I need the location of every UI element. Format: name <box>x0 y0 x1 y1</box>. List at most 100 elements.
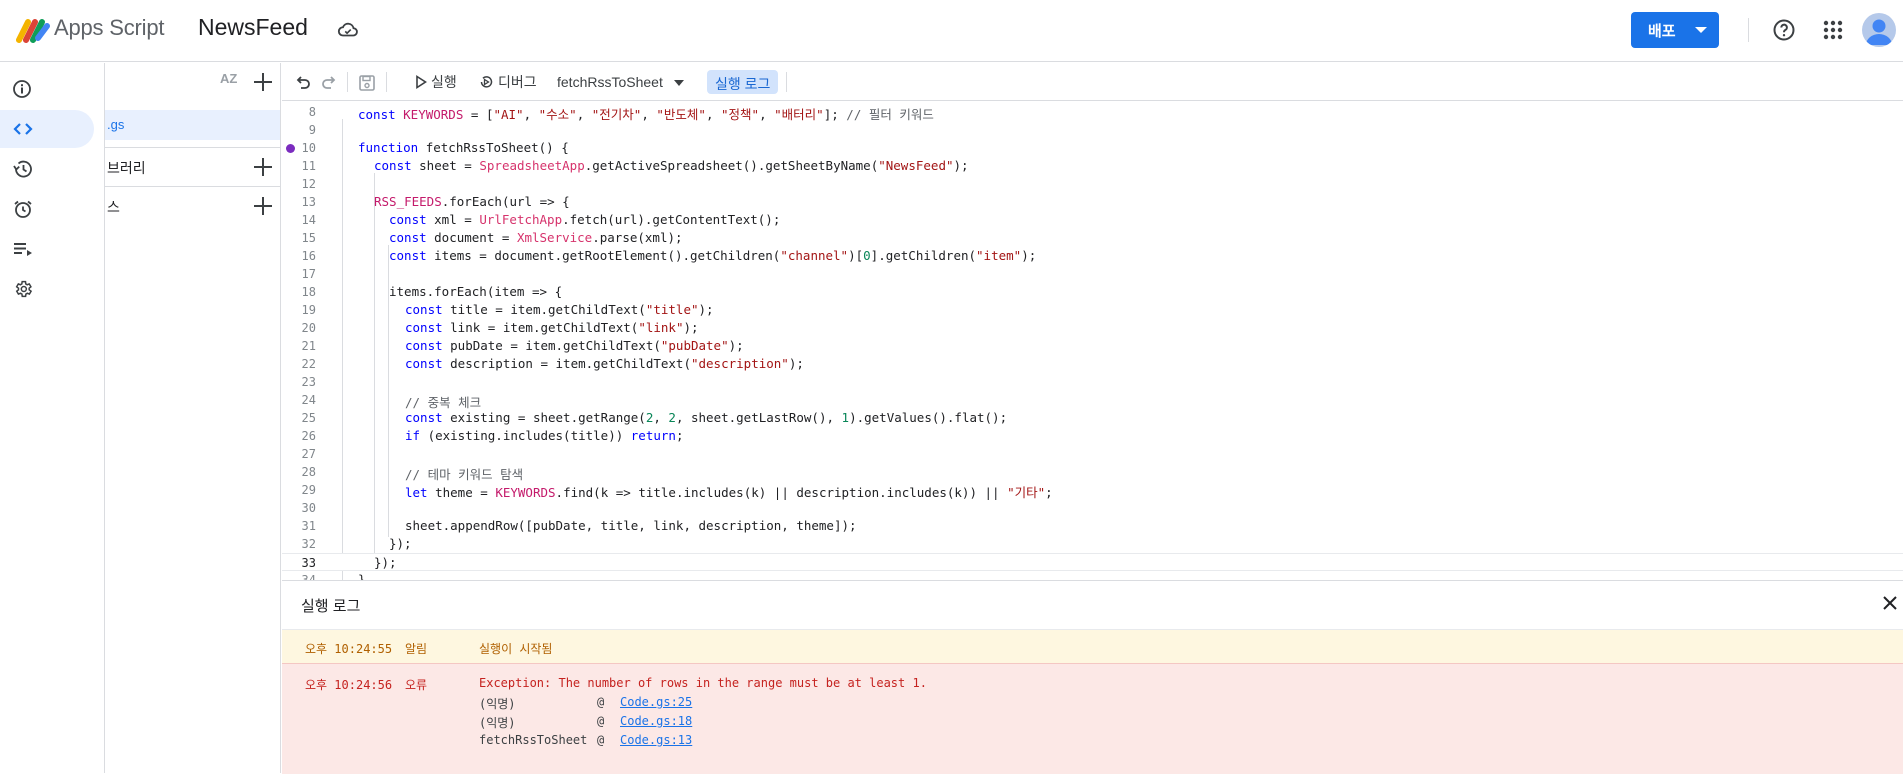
run-button[interactable]: 실행 <box>415 72 457 92</box>
user-icon <box>1866 19 1892 45</box>
code-line: 21 const pubDate = item.getChildText("pu… <box>282 337 1903 355</box>
number: 2 <box>668 410 676 425</box>
code-text: function fetchRssToSheet() { <box>358 140 569 155</box>
code-line: 17 <box>282 265 1903 283</box>
add-service-icon[interactable] <box>254 197 272 215</box>
trace-link[interactable]: Code.gs:25 <box>620 695 692 709</box>
log-message: 실행이 시작됨 <box>479 642 553 656</box>
code-text: const pubDate = item.getChildText("pubDa… <box>405 338 744 353</box>
code-line: 23 <box>282 373 1903 391</box>
add-file-icon[interactable] <box>254 73 272 91</box>
redo-icon[interactable] <box>320 74 338 92</box>
keyword: const <box>405 410 451 425</box>
line-number: 30 <box>301 501 316 515</box>
section-services[interactable]: 스 <box>105 186 280 224</box>
close-icon[interactable] <box>1882 595 1898 611</box>
punct: , <box>705 107 722 122</box>
help-icon[interactable] <box>1772 18 1796 42</box>
code-line-current: 33 }); <box>282 553 1903 571</box>
code-line: 24 // 중복 체크 <box>282 391 1903 410</box>
debug-button[interactable]: 디버그 <box>478 72 537 92</box>
top-bar: Apps Script NewsFeed 배포 <box>0 0 1903 62</box>
chevron-down-icon[interactable] <box>1695 27 1707 33</box>
keyword: const <box>358 107 404 122</box>
nav-overview[interactable] <box>0 70 94 108</box>
nav-triggers[interactable] <box>0 190 94 228</box>
execution-log-button[interactable]: 실행 로그 <box>707 70 779 94</box>
info-icon <box>13 80 31 98</box>
code-line: 31 sheet.appendRow([pubDate, title, link… <box>282 517 1903 535</box>
avatar[interactable] <box>1862 13 1896 47</box>
string: "기타" <box>1007 485 1046 500</box>
divider <box>786 72 787 92</box>
app-name[interactable]: Apps Script <box>54 15 164 41</box>
log-level: 오류 <box>405 678 428 692</box>
nav-history[interactable] <box>0 150 94 188</box>
code-text: RSS_FEEDS.forEach(url => { <box>374 194 570 209</box>
string: "pubDate" <box>660 338 729 353</box>
code-text: if (existing.includes(title)) return; <box>405 428 683 443</box>
alarm-icon <box>14 200 32 218</box>
log-message: Exception: The number of rows in the ran… <box>479 676 927 690</box>
files-panel: AZ .gs 브러리 스 <box>104 63 281 773</box>
trace-function: (익명) <box>479 716 516 730</box>
apps-script-logo-icon[interactable] <box>16 16 50 44</box>
punct: ); <box>698 302 714 317</box>
sort-az-icon[interactable]: AZ <box>220 71 237 86</box>
identifier: .fetch(url).getContentText(); <box>562 212 781 227</box>
punct: ]; <box>823 107 847 122</box>
code-text: const items = document.getRootElement().… <box>389 248 1036 263</box>
code-icon <box>13 123 33 135</box>
section-libraries[interactable]: 브러리 <box>105 147 280 185</box>
trace-link[interactable]: Code.gs:18 <box>620 714 692 728</box>
google-apps-icon[interactable] <box>1822 19 1844 41</box>
string: "link" <box>638 320 684 335</box>
log-level: 알림 <box>405 642 428 656</box>
identifier: .forEach(url => { <box>441 194 570 209</box>
section-label: 브러리 <box>107 160 146 176</box>
deploy-button[interactable]: 배포 <box>1631 12 1719 48</box>
identifier: description = item.getChildText( <box>450 356 691 371</box>
playlist-icon <box>14 243 32 256</box>
line-number: 26 <box>301 429 316 443</box>
identifier: pubDate = item.getChildText( <box>450 338 661 353</box>
code-line: 15 const document = XmlService.parse(xml… <box>282 229 1903 247</box>
line-number: 14 <box>301 213 316 227</box>
identifier: .parse(xml); <box>592 230 683 245</box>
add-library-icon[interactable] <box>254 158 272 176</box>
project-name[interactable]: NewsFeed <box>198 14 308 41</box>
nav-settings[interactable] <box>0 270 94 308</box>
cloud-saved-icon <box>337 22 358 37</box>
identifier: items = document.getRootElement().getChi… <box>434 248 781 263</box>
chevron-down-icon[interactable] <box>674 80 684 86</box>
identifier: fetchRssToSheet() { <box>425 140 569 155</box>
gear-icon <box>15 280 33 298</box>
log-entry-notice: 오후 10:24:55 알림 실행이 시작됨 <box>282 629 1903 663</box>
nav-executions[interactable] <box>0 230 94 268</box>
keyword: const <box>374 158 420 173</box>
code-line: 14 const xml = UrlFetchApp.fetch(url).ge… <box>282 211 1903 229</box>
code-editor[interactable]: 8 const KEYWORDS = ["AI", "수소", "전기차", "… <box>282 101 1903 580</box>
punct: , <box>653 410 669 425</box>
identifier: , sheet.getLastRow(), <box>675 410 842 425</box>
function-select[interactable]: fetchRssToSheet <box>557 74 663 90</box>
keyword: const <box>405 338 451 353</box>
code-line: 8 const KEYWORDS = ["AI", "수소", "전기차", "… <box>282 103 1903 122</box>
file-item-code[interactable]: .gs <box>105 110 280 140</box>
line-number: 31 <box>301 519 316 533</box>
line-number: 10 <box>301 141 316 155</box>
keyword: if <box>405 428 428 443</box>
code-line: 10 function fetchRssToSheet() { <box>282 139 1903 157</box>
keyword: const <box>389 212 435 227</box>
trace-at: @ <box>597 695 605 709</box>
trace-link[interactable]: Code.gs:13 <box>620 733 692 747</box>
identifier: theme = <box>435 485 496 500</box>
trace-at: @ <box>597 733 605 747</box>
code-line: 25 const existing = sheet.getRange(2, 2,… <box>282 409 1903 427</box>
save-icon[interactable] <box>358 74 376 92</box>
undo-icon[interactable] <box>294 74 312 92</box>
punct: ); <box>683 320 699 335</box>
code-line: 28 // 테마 키워드 탐색 <box>282 463 1903 482</box>
nav-editor[interactable] <box>0 110 94 148</box>
keyword: const <box>405 356 451 371</box>
